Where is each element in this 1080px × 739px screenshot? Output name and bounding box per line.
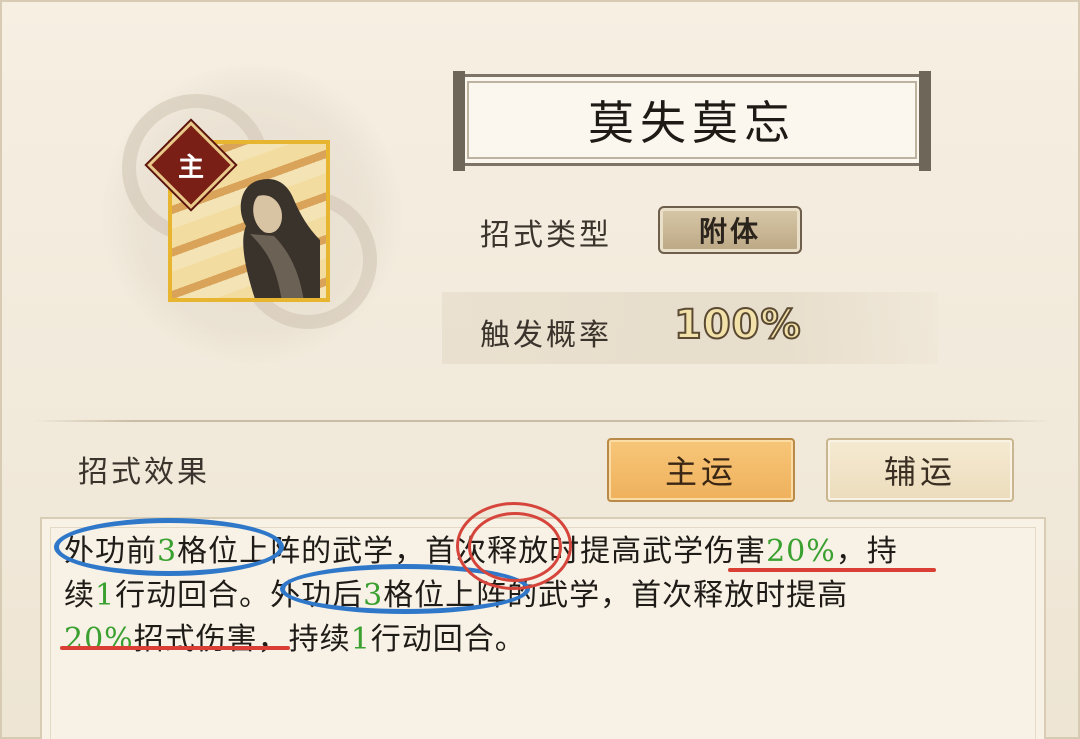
role-badge-label: 主 <box>177 152 204 183</box>
red-underline-annotation <box>728 568 936 572</box>
skill-type-badge: 附体 <box>658 206 802 254</box>
effect-line-3: 20%招式伤害，持续1行动回合。 <box>64 622 526 657</box>
red-circle-annotation <box>468 512 562 582</box>
skill-type-label: 招式类型 <box>480 218 612 253</box>
tab-main-cultivation[interactable]: 主运 <box>607 438 795 502</box>
red-underline-annotation <box>60 646 290 650</box>
skill-name: 莫失莫忘 <box>588 96 796 150</box>
trigger-rate-value: 100% <box>673 301 802 349</box>
blue-circle-annotation <box>54 518 284 576</box>
tab-aux-cultivation[interactable]: 辅运 <box>826 438 1014 502</box>
character-figure-icon <box>240 179 320 298</box>
trigger-rate-label: 触发概率 <box>480 318 612 353</box>
skill-detail-panel: 主 莫失莫忘 招式类型 附体 触发概率 100% 招式效果 主运 辅运 外功前3… <box>0 0 1080 739</box>
section-divider <box>32 420 1052 422</box>
effect-section-label: 招式效果 <box>78 455 210 490</box>
